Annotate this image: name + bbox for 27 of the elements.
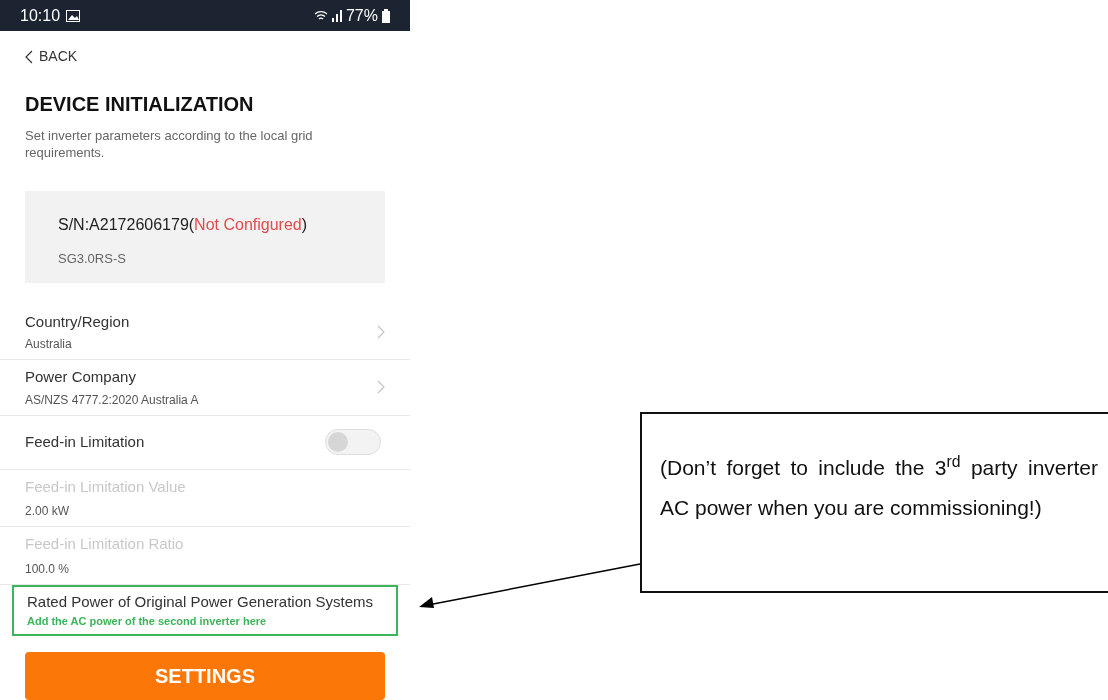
image-icon [66,9,81,22]
setting-label: Power Company [25,367,137,387]
setting-value: 2.00 kW [25,503,70,520]
toggle-switch[interactable] [325,429,381,455]
device-model: SG3.0RS-S [58,250,127,268]
callout-text: (Don’t forget to include the 3$^{rd}$ party inverter AC power when you are commissioning!) [660,452,1098,521]
setting-row[interactable]: Power Company AS/NZS 4777.2:2020 Australia A [0,360,410,416]
back-button[interactable]: BACK [25,46,78,67]
battery-icon [382,8,390,23]
setting-label: Country/Region [25,311,130,332]
device-serial: S/N:A2172606179(Not Configured) [58,215,309,235]
setting-label: Rated Power of Original Power Generation Systems [27,591,374,612]
battery-percent: 77% [345,5,378,26]
status-time: 10:10 [20,5,61,26]
page-title: DEVICE INITIALIZATION [25,92,255,117]
setting-value: Australia [25,336,73,353]
chevron-left-icon [25,49,33,64]
wifi-icon [313,9,328,22]
chevron-right-icon [377,380,385,395]
chevron-right-icon [377,324,385,339]
setting-value: AS/NZS 4777.2:2020 Australia A [25,391,199,409]
setting-label: Feed-in Limitation [25,431,145,452]
hint-text: Add the AC power of the second inverter here [27,614,268,629]
setting-row[interactable]: Country/Region Australia [0,304,410,360]
page-description: Set inverter parameters according to the local grid requirements. [25,127,314,161]
signal-icon [331,9,342,22]
setting-value: 100.0 % [25,560,71,578]
